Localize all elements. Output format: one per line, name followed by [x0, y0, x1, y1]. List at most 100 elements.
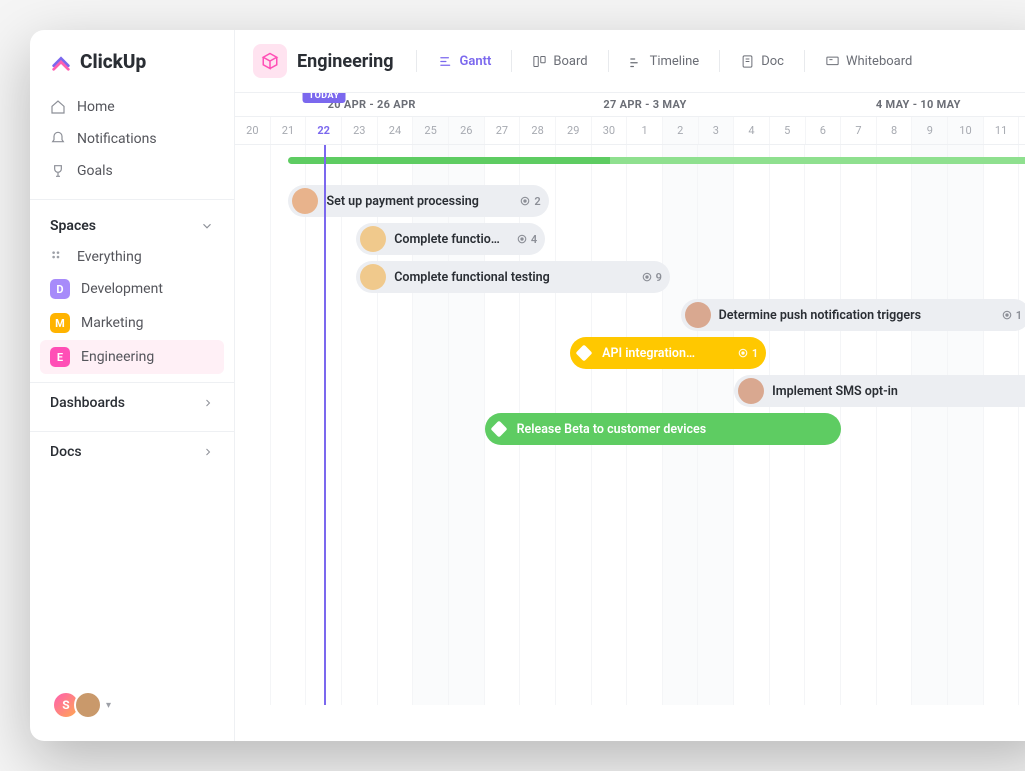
assignee-avatar — [738, 378, 764, 404]
day-cell: 5 — [770, 117, 806, 144]
day-cell: 7 — [841, 117, 877, 144]
chevron-right-icon — [202, 397, 214, 409]
divider — [804, 50, 805, 72]
day-cell: 29 — [556, 117, 592, 144]
docs-label: Docs — [50, 444, 82, 460]
grid-column — [1019, 145, 1025, 705]
user-avatar-stack[interactable]: S ▾ — [52, 691, 111, 719]
cube-icon — [261, 52, 279, 70]
today-line — [324, 145, 326, 705]
avatar — [74, 691, 102, 719]
doc-icon — [740, 54, 755, 69]
chevron-right-icon — [202, 446, 214, 458]
view-label: Whiteboard — [846, 54, 912, 69]
task-bar[interactable]: Complete functio… 4 — [356, 223, 545, 255]
subtask-count: 1 — [737, 347, 758, 360]
day-cell: 30 — [592, 117, 628, 144]
day-cell: 20 — [235, 117, 271, 144]
day-cell: 22 — [306, 117, 342, 144]
task-bar[interactable]: Determine push notification triggers1 — [681, 299, 1025, 331]
day-cell: 3 — [699, 117, 735, 144]
space-label: Marketing — [81, 315, 144, 331]
nav-goals[interactable]: Goals — [30, 155, 234, 187]
subtask-count: 4 — [516, 233, 537, 246]
day-cell: 6 — [806, 117, 842, 144]
task-bar[interactable]: API integration… 1 — [570, 337, 766, 369]
topbar: Engineering GanttBoardTimelineDocWhitebo… — [235, 30, 1025, 93]
day-cell: 24 — [378, 117, 414, 144]
day-cell: 23 — [342, 117, 378, 144]
space-item-marketing[interactable]: M Marketing — [30, 306, 234, 340]
task-label: API integration… — [602, 346, 729, 361]
whiteboard-icon — [825, 54, 840, 69]
progress-track — [288, 157, 1025, 164]
space-item-development[interactable]: DDevelopment — [30, 272, 234, 306]
divider — [608, 50, 609, 72]
view-doc[interactable]: Doc — [730, 48, 794, 75]
view-board[interactable]: Board — [522, 48, 597, 75]
task-bar[interactable]: Set up payment processing 2 — [288, 185, 548, 217]
day-cell: 26 — [449, 117, 485, 144]
day-cell: 1 — [627, 117, 663, 144]
grid-column — [235, 145, 271, 705]
grid-column — [948, 145, 984, 705]
assignee-avatar — [360, 264, 386, 290]
view-timeline[interactable]: Timeline — [619, 48, 710, 75]
grid-icon — [50, 249, 66, 265]
nav-goals-label: Goals — [77, 163, 113, 179]
dashboards-label: Dashboards — [50, 395, 125, 411]
section-docs[interactable]: Docs — [30, 431, 234, 472]
logo[interactable]: ClickUp — [30, 50, 234, 91]
day-cell: 2 — [663, 117, 699, 144]
task-bar[interactable]: Release Beta to customer devices — [485, 413, 842, 445]
grid-column — [877, 145, 913, 705]
spaces-header-label: Spaces — [50, 218, 96, 234]
space-icon-pill[interactable] — [253, 44, 287, 78]
assignee-avatar — [685, 302, 711, 328]
nav-notifications[interactable]: Notifications — [30, 123, 234, 155]
gantt-chart-body[interactable]: Set up payment processing 2 Complete funct… — [235, 145, 1025, 705]
gantt-area: 20 APR - 26 APR27 APR - 3 MAY4 MAY - 10 … — [235, 93, 1025, 741]
day-cell: 4 — [734, 117, 770, 144]
day-cell: 11 — [984, 117, 1020, 144]
divider — [416, 50, 417, 72]
space-item-engineering[interactable]: EEngineering — [40, 340, 224, 374]
space-badge: M — [50, 313, 70, 333]
divider — [719, 50, 720, 72]
task-bar[interactable]: Implement SMS opt-in — [734, 375, 1025, 407]
day-cell: 27 — [485, 117, 521, 144]
space-everything-label: Everything — [77, 249, 142, 265]
day-cell: 12 — [1019, 117, 1025, 144]
assignee-avatar — [360, 226, 386, 252]
space-everything[interactable]: Everything — [30, 242, 234, 272]
view-whiteboard[interactable]: Whiteboard — [815, 48, 922, 75]
bell-icon — [50, 131, 66, 147]
week-label: 27 APR - 3 MAY — [508, 93, 781, 116]
grid-column — [841, 145, 877, 705]
board-icon — [532, 54, 547, 69]
today-badge: TODAY — [303, 93, 346, 103]
clickup-logo-icon — [50, 51, 72, 73]
task-label: Complete functional testing — [394, 270, 632, 285]
day-cell: 28 — [520, 117, 556, 144]
timeline-days: 2021222324252627282930123456789101112TOD… — [235, 117, 1025, 145]
divider — [511, 50, 512, 72]
task-label: Release Beta to customer devices — [517, 422, 834, 437]
spaces-header[interactable]: Spaces — [30, 199, 234, 242]
task-label: Determine push notification triggers — [719, 308, 993, 323]
timeline-icon — [629, 54, 644, 69]
grid-column — [912, 145, 948, 705]
task-bar[interactable]: Complete functional testing9 — [356, 261, 670, 293]
chevron-down-icon — [200, 219, 214, 233]
task-label: Set up payment processing — [326, 194, 511, 209]
nav-home[interactable]: Home — [30, 91, 234, 123]
view-gantt[interactable]: Gantt — [429, 48, 502, 75]
task-label: Complete functio… — [394, 232, 508, 247]
section-dashboards[interactable]: Dashboards — [30, 382, 234, 423]
brand-name: ClickUp — [80, 50, 146, 73]
nav-home-label: Home — [77, 99, 115, 115]
day-cell: 10 — [948, 117, 984, 144]
timeline-weeks: 20 APR - 26 APR27 APR - 3 MAY4 MAY - 10 … — [235, 93, 1025, 117]
subtask-count: 2 — [519, 195, 540, 208]
task-label: Implement SMS opt-in — [772, 384, 1025, 399]
